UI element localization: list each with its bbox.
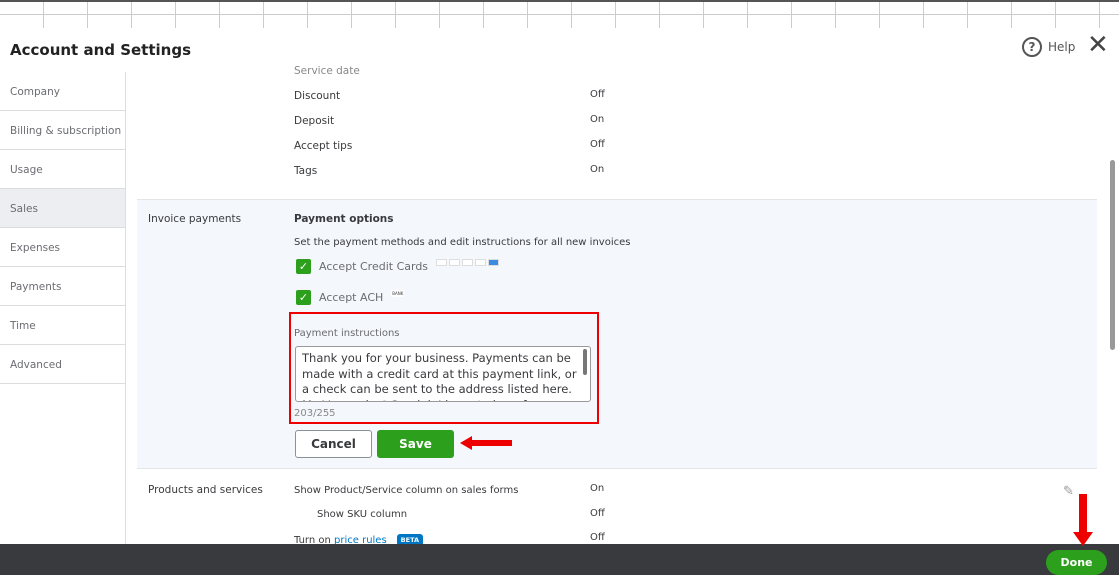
setting-value: On — [590, 114, 605, 125]
checkbox-label: Accept Credit Cards — [319, 260, 429, 273]
accept-credit-cards-checkbox[interactable]: ✓ Accept Credit Cards — [296, 257, 501, 274]
setting-value: On — [590, 483, 605, 494]
setting-value: Off — [590, 508, 605, 519]
setting-label: Show SKU column — [317, 509, 408, 520]
sidebar-item-sales[interactable]: Sales — [0, 189, 125, 228]
done-button[interactable]: Done — [1046, 550, 1107, 575]
setting-label: Show Product/Service column on sales for… — [294, 485, 519, 496]
sidebar: Company Billing & subscription Usage Sal… — [0, 72, 126, 544]
setting-label: Service date — [294, 65, 360, 77]
help-button[interactable]: ? Help — [1022, 37, 1075, 57]
section-title: Products and services — [148, 484, 263, 496]
setting-value: Off — [590, 532, 605, 543]
payment-instructions-label: Payment instructions — [294, 328, 400, 339]
red-arrow-left-icon — [460, 436, 512, 450]
setting-label: Discount — [294, 90, 341, 102]
sidebar-item-expenses[interactable]: Expenses — [0, 228, 125, 267]
accept-ach-checkbox[interactable]: ✓ Accept ACH BANK — [296, 290, 405, 305]
setting-label: Accept tips — [294, 140, 353, 152]
page-scrollbar[interactable] — [1110, 160, 1115, 350]
help-label: Help — [1048, 40, 1076, 54]
red-arrow-down-icon — [1073, 494, 1093, 546]
card-logos-icon — [436, 257, 501, 269]
checkbox-label: Accept ACH — [319, 291, 384, 304]
bank-icon: BANK — [391, 290, 405, 297]
sidebar-item-time[interactable]: Time — [0, 306, 125, 345]
close-icon[interactable]: ✕ — [1087, 32, 1109, 58]
page-title: Account and Settings — [10, 41, 192, 59]
sidebar-item-payments[interactable]: Payments — [0, 267, 125, 306]
sidebar-item-billing[interactable]: Billing & subscription — [0, 111, 125, 150]
cancel-button[interactable]: Cancel — [295, 430, 372, 458]
section-title: Invoice payments — [148, 213, 242, 225]
sidebar-item-company[interactable]: Company — [0, 72, 125, 111]
footer-bar — [0, 544, 1119, 575]
checkmark-icon: ✓ — [296, 259, 311, 274]
save-button[interactable]: Save — [377, 430, 454, 458]
payment-instructions-textarea[interactable]: Thank you for your business. Payments ca… — [295, 346, 591, 402]
textarea-scrollbar[interactable] — [583, 349, 587, 375]
spreadsheet-grid-background — [0, 0, 1119, 28]
sidebar-item-usage[interactable]: Usage — [0, 150, 125, 189]
setting-value: Off — [590, 89, 605, 100]
setting-value: On — [590, 164, 605, 175]
checkmark-icon: ✓ — [296, 290, 311, 305]
help-icon: ? — [1022, 37, 1042, 57]
payment-options-heading: Payment options — [294, 213, 394, 225]
sidebar-item-advanced[interactable]: Advanced — [0, 345, 125, 384]
payment-options-description: Set the payment methods and edit instruc… — [294, 237, 631, 248]
setting-label: Deposit — [294, 115, 335, 127]
setting-label: Tags — [294, 165, 318, 177]
setting-value: Off — [590, 139, 605, 150]
character-count: 203/255 — [294, 408, 336, 419]
